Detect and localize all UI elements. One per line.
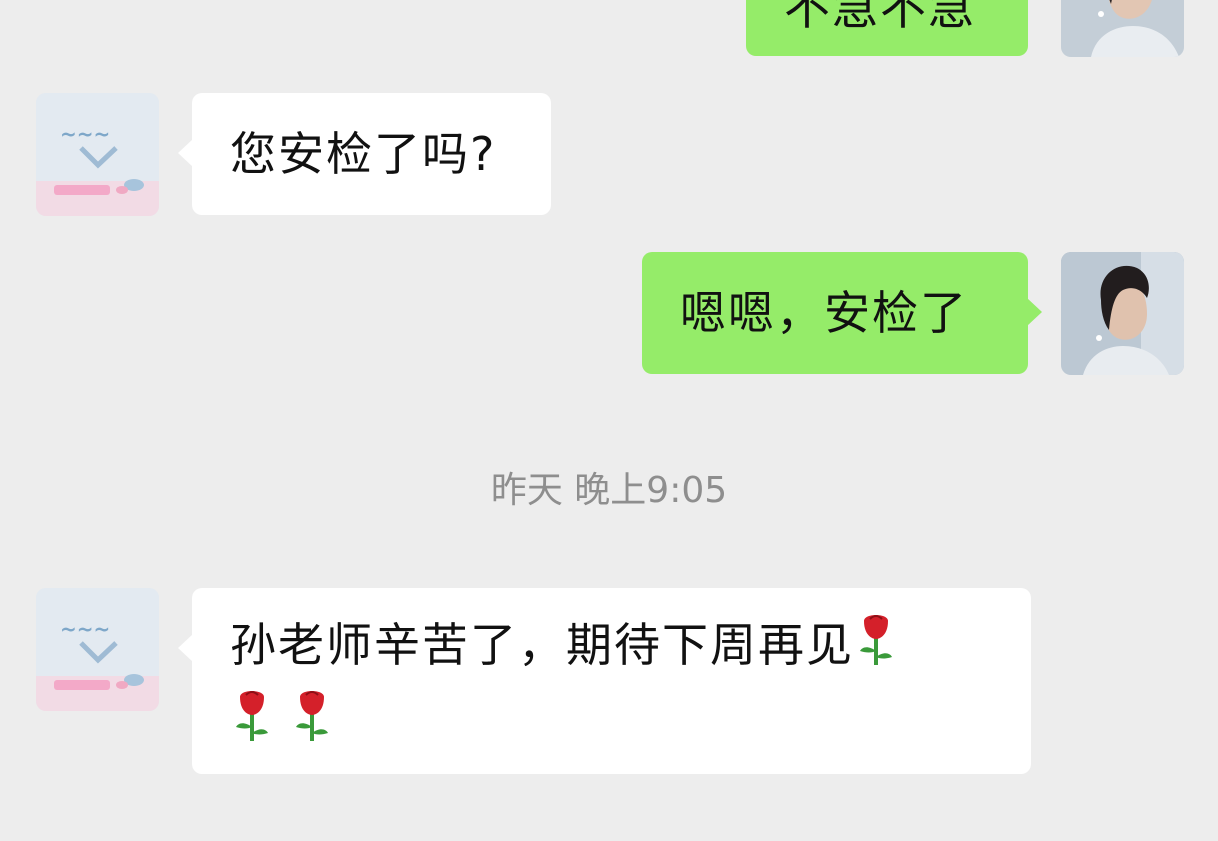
svg-text:~~~: ~~~ xyxy=(60,122,110,146)
svg-text:~~~: ~~~ xyxy=(60,617,110,641)
self-avatar[interactable] xyxy=(1061,0,1184,57)
message-text: 您安检了吗? xyxy=(230,127,497,181)
self-avatar[interactable] xyxy=(1061,252,1184,375)
message-bubble-other[interactable]: 您安检了吗? xyxy=(178,93,551,215)
message-text: 孙老师辛苦了，期待下周再见 xyxy=(230,618,854,672)
message-bubble-self[interactable]: 嗯嗯，安检了 xyxy=(642,252,1042,374)
profile-photo-avatar xyxy=(1061,0,1184,57)
sticker-avatar-icon: ~~~ xyxy=(36,588,159,711)
sticker-avatar-icon: ~~~ xyxy=(36,93,159,216)
timestamp: 昨天 晚上9:05 xyxy=(490,470,728,511)
message-bubble-other[interactable]: 孙老师辛苦了，期待下周再见 xyxy=(178,588,1031,774)
message-text: 嗯嗯，安检了 xyxy=(680,286,968,340)
rose-emoji-icon xyxy=(230,687,274,762)
other-avatar[interactable]: ~~~ xyxy=(36,588,159,711)
profile-photo-avatar xyxy=(1061,252,1184,375)
message-text: 不急不急 xyxy=(784,0,976,35)
message-bubble-self[interactable]: 不急不急 xyxy=(746,0,1028,56)
other-avatar[interactable]: ~~~ xyxy=(36,93,159,216)
chat-window: 不急不急 ~~~ 您安检了吗? 嗯嗯，安检了 昨天 晚上9:05 ~~~ 孙老师… xyxy=(0,0,1218,841)
rose-emoji-icon xyxy=(290,687,334,762)
rose-emoji-icon xyxy=(854,611,898,686)
